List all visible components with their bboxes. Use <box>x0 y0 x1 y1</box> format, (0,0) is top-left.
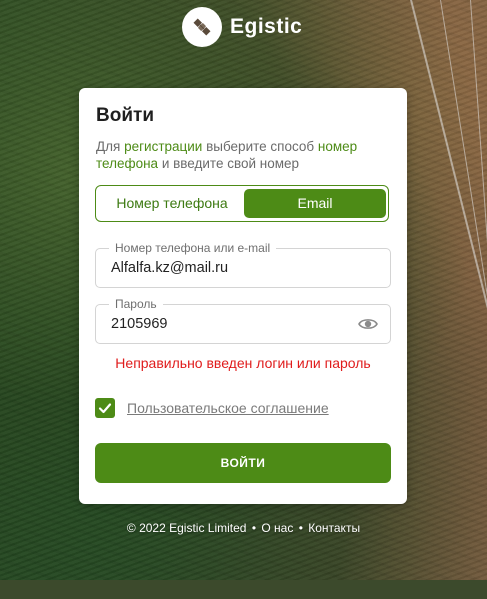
error-message: Неправильно введен логин или пароль <box>115 355 371 371</box>
password-field: Пароль <box>95 297 391 344</box>
eye-icon[interactable] <box>358 316 378 332</box>
footer-separator: • <box>298 521 303 535</box>
footer: © 2022 Egistic Limited • О нас • Контакт… <box>0 521 487 535</box>
tab-phone[interactable]: Номер телефона <box>100 189 244 218</box>
agreement-checkbox[interactable] <box>95 398 115 418</box>
tab-email[interactable]: Email <box>244 189 386 218</box>
copyright: © 2022 Egistic Limited <box>126 521 247 535</box>
login-title: Войти <box>96 105 154 126</box>
brand-name: Egistic <box>230 15 303 38</box>
login-field: Номер телефона или e-mail <box>95 241 391 288</box>
subtitle-text: и введите свой номер <box>158 156 300 171</box>
subtitle-text: Для <box>96 139 125 154</box>
agreement-link[interactable]: Пользовательское соглашение <box>127 400 329 416</box>
subtitle-text: выберите способ <box>202 139 318 154</box>
password-input[interactable] <box>111 305 351 343</box>
login-card: Войти Для регистрации выберите способ но… <box>79 88 407 504</box>
about-link[interactable]: О нас <box>261 521 293 535</box>
satellite-icon <box>182 7 222 47</box>
footer-separator: • <box>251 521 257 535</box>
login-subtitle: Для регистрации выберите способ номер те… <box>96 138 396 172</box>
login-input[interactable] <box>111 249 351 287</box>
contacts-link[interactable]: Контакты <box>308 521 360 535</box>
registration-link[interactable]: регистрации <box>124 139 202 154</box>
brand-logo[interactable]: Egistic <box>182 7 302 47</box>
login-method-toggle: Номер телефона Email <box>95 185 389 222</box>
login-button[interactable]: ВОЙТИ <box>95 443 391 483</box>
checkmark-icon <box>98 403 112 414</box>
